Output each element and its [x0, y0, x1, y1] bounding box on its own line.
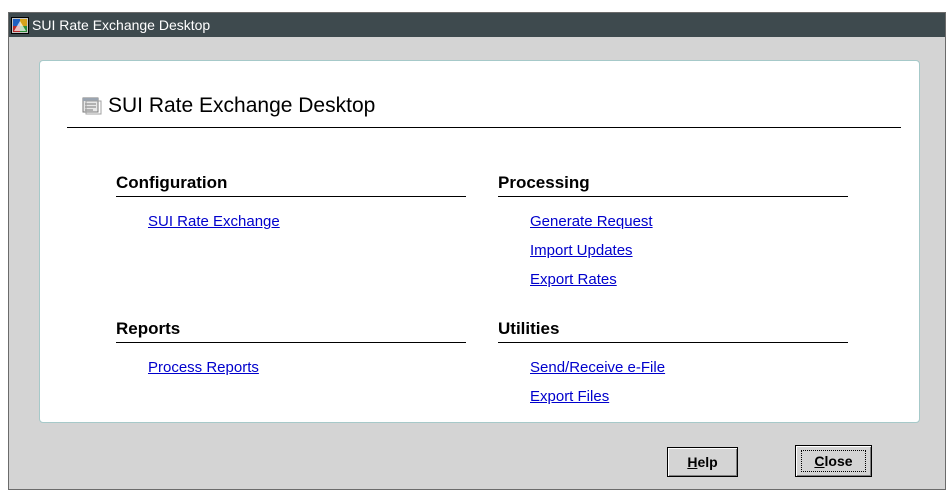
section-processing: Processing Generate Request Import Updat…	[498, 171, 848, 294]
close-button-focus-ring: Close	[801, 450, 866, 472]
section-title-configuration: Configuration	[116, 171, 466, 197]
page-header: SUI Rate Exchange Desktop	[82, 91, 375, 121]
utilities-links: Send/Receive e-File Export Files	[498, 343, 848, 411]
desktop-document-icon	[82, 97, 102, 115]
configuration-links: SUI Rate Exchange	[116, 197, 466, 236]
link-generate-request[interactable]: Generate Request	[530, 207, 848, 236]
section-configuration: Configuration SUI Rate Exchange	[116, 171, 466, 236]
reports-links: Process Reports	[116, 343, 466, 382]
link-import-updates[interactable]: Import Updates	[530, 236, 848, 265]
link-export-rates[interactable]: Export Rates	[530, 265, 848, 294]
link-export-files[interactable]: Export Files	[530, 382, 848, 411]
header-divider	[67, 127, 901, 128]
help-button-mnemonic: H	[687, 454, 698, 470]
app-window: SUI Rate Exchange Desktop SUI Rate Excha…	[8, 12, 946, 490]
close-button-label: lose	[824, 453, 853, 469]
close-button[interactable]: Close	[795, 445, 872, 477]
section-title-processing: Processing	[498, 171, 848, 197]
desktop-panel: SUI Rate Exchange Desktop Configuration …	[39, 60, 920, 423]
section-reports: Reports Process Reports	[116, 317, 466, 382]
link-process-reports[interactable]: Process Reports	[148, 353, 466, 382]
close-button-mnemonic: C	[814, 453, 825, 469]
title-bar[interactable]: SUI Rate Exchange Desktop	[9, 13, 945, 37]
section-title-utilities: Utilities	[498, 317, 848, 343]
app-window-icon	[11, 16, 29, 34]
processing-links: Generate Request Import Updates Export R…	[498, 197, 848, 294]
link-sui-rate-exchange[interactable]: SUI Rate Exchange	[148, 207, 466, 236]
section-utilities: Utilities Send/Receive e-File Export Fil…	[498, 317, 848, 411]
window-title: SUI Rate Exchange Desktop	[32, 17, 211, 33]
help-button[interactable]: Help	[667, 447, 738, 477]
link-send-receive-efile[interactable]: Send/Receive e-File	[530, 353, 848, 382]
page-title: SUI Rate Exchange Desktop	[108, 94, 376, 117]
help-button-label: elp	[697, 454, 718, 470]
section-title-reports: Reports	[116, 317, 466, 343]
